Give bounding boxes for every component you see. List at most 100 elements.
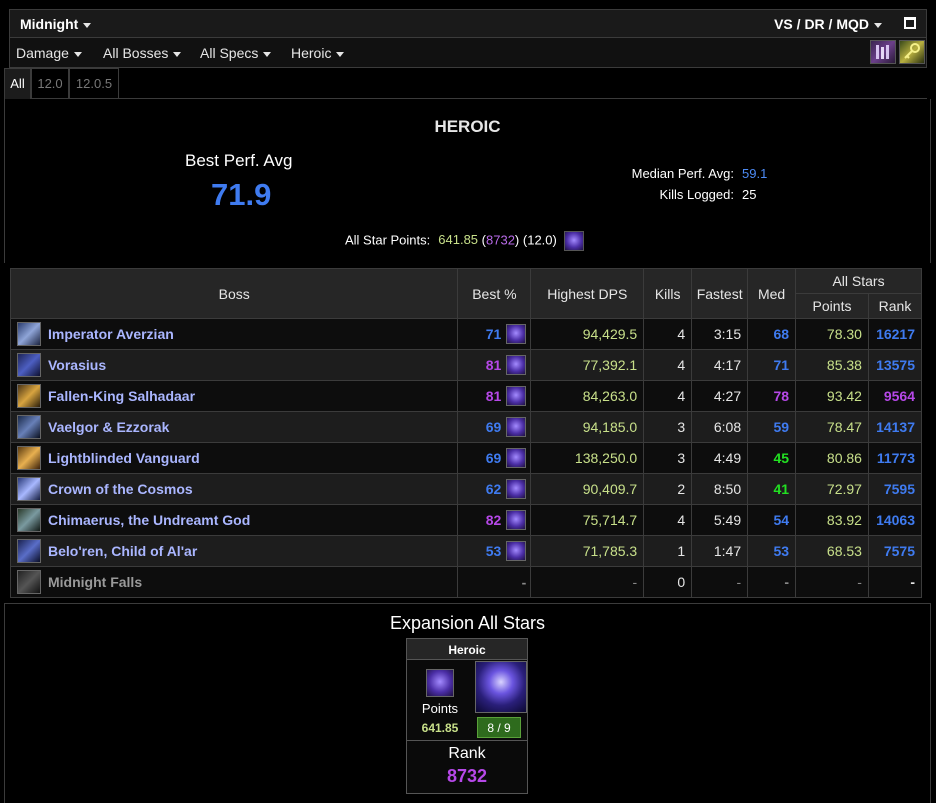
- table-row[interactable]: Midnight Falls - -0- - - -: [9, 566, 923, 598]
- points-label: Points: [421, 701, 459, 716]
- filter-difficulty[interactable]: Heroic: [291, 45, 345, 61]
- all-star-label: All Star Points:: [345, 232, 431, 248]
- boss-cell[interactable]: Vaelgor & Ezzorak: [9, 411, 459, 443]
- spec-icon: [506, 510, 527, 530]
- all-star-rank: 8732: [486, 232, 515, 248]
- table-row[interactable]: Imperator Averzian 71 94,429.5 4 3:15 68 78.30…: [9, 318, 923, 350]
- tab-all[interactable]: All: [4, 68, 31, 99]
- col-rank[interactable]: Rank: [867, 293, 923, 319]
- boss-name[interactable]: Belo'ren, Child of Al'ar: [48, 543, 197, 559]
- median-percent: 54: [747, 504, 797, 536]
- table-row[interactable]: Vaelgor & Ezzorak 69 94,185.0 3 6:08 59 78.47 1…: [9, 411, 923, 443]
- col-best[interactable]: Best %: [457, 268, 532, 319]
- median-percent: 71: [747, 349, 797, 381]
- chevron-down-icon: [874, 22, 882, 28]
- boss-portrait-icon: [17, 384, 41, 408]
- boss-portrait-icon: [17, 415, 41, 439]
- boss-cell[interactable]: Vorasius: [9, 349, 459, 381]
- all-stars-card: Heroic Points 641.85 8 / 9 Rank 8732: [406, 638, 528, 794]
- difficulty-heading: HEROIC: [434, 117, 501, 136]
- col-points[interactable]: Points: [795, 293, 869, 319]
- boss-cell[interactable]: Belo'ren, Child of Al'ar: [9, 535, 459, 567]
- best-percent-cell: 81: [457, 380, 532, 412]
- col-all-stars: All Stars: [795, 268, 922, 294]
- highest-dps: 90,409.7: [530, 473, 645, 505]
- boss-name[interactable]: Crown of the Cosmos: [48, 481, 193, 497]
- highest-dps: 94,429.5: [530, 318, 645, 350]
- points-value: 641.85: [421, 721, 459, 735]
- table-row[interactable]: Lightblinded Vanguard 69 138,250.0 3 4:49 45 8…: [9, 442, 923, 474]
- boss-portrait-icon: [17, 570, 41, 594]
- maximize-icon[interactable]: [904, 17, 916, 29]
- all-star-points-cell: 78.47: [795, 411, 869, 443]
- fastest-kill: 6:08: [691, 411, 749, 443]
- boss-name[interactable]: Vaelgor & Ezzorak: [48, 419, 169, 435]
- best-percent-cell: -: [457, 566, 532, 598]
- boss-cell[interactable]: Lightblinded Vanguard: [9, 442, 459, 474]
- boss-name[interactable]: Vorasius: [48, 357, 106, 373]
- kills-count: 4: [643, 380, 693, 412]
- table-row[interactable]: Chimaerus, the Undreamt God 82 75,714.7 4 5:…: [9, 504, 923, 536]
- all-star-points-cell: -: [795, 566, 869, 598]
- boss-cell[interactable]: Fallen-King Salhadaar: [9, 380, 459, 412]
- boss-cell[interactable]: Imperator Averzian: [9, 318, 459, 350]
- all-star-points-cell: 78.30: [795, 318, 869, 350]
- best-percent-cell: 82: [457, 504, 532, 536]
- points-icon: [426, 669, 454, 697]
- kills-count: 3: [643, 411, 693, 443]
- best-perf-label: Best Perf. Avg: [185, 151, 293, 170]
- highest-dps: 71,785.3: [530, 535, 645, 567]
- kills-count: 4: [643, 504, 693, 536]
- boss-portrait-icon: [17, 539, 41, 563]
- best-percent: -: [521, 574, 527, 591]
- col-kills[interactable]: Kills: [643, 268, 693, 319]
- boss-name[interactable]: Chimaerus, the Undreamt God: [48, 512, 250, 528]
- tab-12-0-5[interactable]: 12.0.5: [69, 68, 119, 99]
- col-dps[interactable]: Highest DPS: [530, 268, 645, 319]
- all-star-rank-cell: 7595: [867, 473, 923, 505]
- boss-name[interactable]: Midnight Falls: [48, 574, 142, 590]
- boss-name[interactable]: Imperator Averzian: [48, 326, 174, 342]
- expansion-dropdown[interactable]: Midnight: [20, 16, 92, 32]
- chevron-down-icon: [336, 51, 345, 57]
- filter-bosses[interactable]: All Bosses: [103, 45, 182, 61]
- all-star-points: All Star Points: 641.85 (8732) (12.0): [345, 231, 585, 251]
- median-percent: 59: [747, 411, 797, 443]
- boss-cell[interactable]: Crown of the Cosmos: [9, 473, 459, 505]
- expansion-label: Midnight: [20, 16, 79, 32]
- table-row[interactable]: Vorasius 81 77,392.1 4 4:17 71 85.38 13575: [9, 349, 923, 381]
- table-row[interactable]: Belo'ren, Child of Al'ar 53 71,785.3 1 1:47 5…: [9, 535, 923, 567]
- filter-specs[interactable]: All Specs: [200, 45, 272, 61]
- tab-12-0[interactable]: 12.0: [31, 68, 69, 99]
- boss-name[interactable]: Fallen-King Salhadaar: [48, 388, 195, 404]
- spec-icon: [506, 355, 527, 375]
- boss-name[interactable]: Lightblinded Vanguard: [48, 450, 200, 466]
- filter-metric[interactable]: Damage: [16, 45, 82, 61]
- col-boss[interactable]: Boss: [9, 268, 459, 319]
- highest-dps: 94,185.0: [530, 411, 645, 443]
- best-percent: 81: [485, 357, 502, 373]
- median-percent: 68: [747, 318, 797, 350]
- all-star-points-cell: 72.97: [795, 473, 869, 505]
- boss-cell[interactable]: Midnight Falls: [9, 566, 459, 598]
- key-icon[interactable]: [899, 40, 925, 64]
- chevron-down-icon: [173, 51, 182, 57]
- spec-icon: [506, 541, 527, 561]
- summary-panel: HEROIC Best Perf. Avg 71.9 Median Perf. …: [4, 99, 931, 263]
- best-percent: 69: [485, 419, 502, 435]
- table-row[interactable]: Crown of the Cosmos 62 90,409.7 2 8:50 41 72.9…: [9, 473, 923, 505]
- boss-cell[interactable]: Chimaerus, the Undreamt God: [9, 504, 459, 536]
- metric-dropdown[interactable]: VS / DR / MQD: [774, 16, 882, 32]
- median-percent: 41: [747, 473, 797, 505]
- col-fastest[interactable]: Fastest: [691, 268, 749, 319]
- title-bar: Midnight VS / DR / MQD: [9, 9, 927, 38]
- filter-label: Heroic: [291, 45, 332, 61]
- all-star-rank-cell: 7575: [867, 535, 923, 567]
- all-star-rank-cell: 13575: [867, 349, 923, 381]
- median-perf-label: Median Perf. Avg:: [631, 166, 734, 181]
- table-row[interactable]: Fallen-King Salhadaar 81 84,263.0 4 4:27 78 93…: [9, 380, 923, 412]
- col-med[interactable]: Med: [747, 268, 797, 319]
- highest-dps: 77,392.1: [530, 349, 645, 381]
- guild-banner-icon[interactable]: [870, 40, 896, 64]
- kills-count: 3: [643, 442, 693, 474]
